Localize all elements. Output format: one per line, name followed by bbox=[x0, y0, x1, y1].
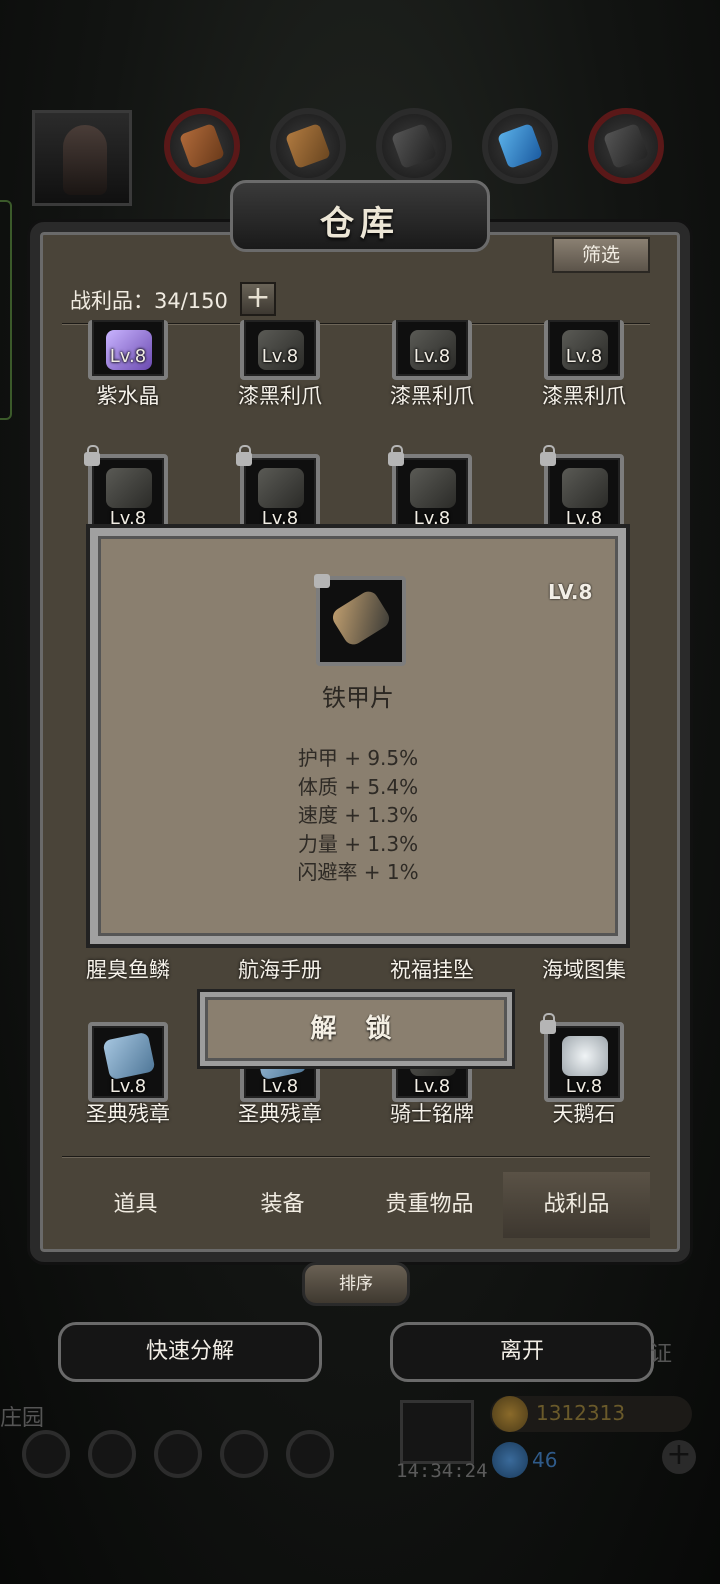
star-icon[interactable] bbox=[88, 1430, 136, 1478]
list-item[interactable]: Lv.8 漆黑利爪 bbox=[362, 320, 502, 420]
item-name: 海域图集 bbox=[542, 958, 626, 982]
material-crystal-icon[interactable] bbox=[482, 108, 558, 184]
background-side-panel bbox=[0, 200, 12, 420]
stat-dodge: 闪避率 + 1% bbox=[297, 860, 419, 884]
lock-icon bbox=[540, 445, 556, 466]
side-text: 证 bbox=[650, 1342, 673, 1367]
list-item[interactable]: Lv.8 圣典残章 bbox=[58, 1022, 198, 1126]
gold-amount: 1312313 bbox=[536, 1401, 626, 1425]
item-stats: 护甲 + 9.5% 体质 + 5.4% 速度 + 1.3% 力量 + 1.3% … bbox=[98, 744, 618, 887]
book-icon bbox=[102, 1031, 156, 1081]
lock-icon bbox=[236, 445, 252, 466]
item-slot bbox=[314, 574, 406, 666]
list-item[interactable]: Lv.8 漆黑利爪 bbox=[514, 320, 654, 420]
dice-icon[interactable] bbox=[286, 1430, 334, 1478]
list-item[interactable]: Lv.8 紫水晶 bbox=[58, 320, 198, 420]
lock-icon bbox=[314, 574, 330, 588]
item-detail-popup: LV.8 铁甲片 护甲 + 9.5% 体质 + 5.4% 速度 + 1.3% 力… bbox=[90, 528, 626, 944]
leave-button[interactable]: 离开 bbox=[390, 1322, 654, 1382]
filter-button[interactable]: 筛选 bbox=[552, 237, 650, 273]
gold-coin-icon bbox=[492, 1396, 528, 1432]
location-text: 庄园 bbox=[0, 1406, 45, 1431]
claw-icon bbox=[106, 468, 152, 508]
list-item[interactable]: Lv.8 漆黑利爪 bbox=[210, 320, 350, 420]
quick-decompose-button[interactable]: 快速分解 bbox=[58, 1322, 322, 1382]
gem-icon bbox=[492, 1442, 528, 1478]
stat-strength: 力量 + 1.3% bbox=[297, 831, 419, 856]
stat-speed: 速度 + 1.3% bbox=[297, 803, 419, 827]
stone-icon bbox=[562, 1036, 608, 1076]
tab-equipment[interactable]: 装备 bbox=[209, 1172, 356, 1238]
claw-icon bbox=[258, 468, 304, 508]
mail-icon[interactable] bbox=[220, 1430, 268, 1478]
tab-items[interactable]: 道具 bbox=[62, 1172, 209, 1238]
clock-text: 14:34:24 bbox=[396, 1460, 488, 1482]
sort-button[interactable]: 排序 bbox=[302, 1262, 410, 1306]
item-name: 航海手册 bbox=[238, 958, 322, 982]
unlock-button[interactable]: 解 锁 bbox=[200, 992, 512, 1066]
gem-amount: 46 bbox=[532, 1448, 558, 1472]
stat-armor: 护甲 + 9.5% bbox=[297, 746, 419, 770]
settings-icon[interactable] bbox=[22, 1430, 70, 1478]
bottom-divider bbox=[62, 1156, 650, 1158]
item-name: 铁甲片 bbox=[322, 684, 394, 712]
claw-icon bbox=[562, 468, 608, 508]
castle-icon[interactable] bbox=[154, 1430, 202, 1478]
claw-icon bbox=[410, 468, 456, 508]
expand-capacity-button[interactable]: + bbox=[240, 282, 276, 316]
lock-icon bbox=[84, 445, 100, 466]
portrait-face bbox=[63, 125, 107, 195]
lock-icon bbox=[540, 1013, 556, 1034]
category-tabs: 道具 装备 贵重物品 战利品 bbox=[62, 1172, 650, 1238]
item-name: 腥臭鱼鳞 bbox=[86, 958, 170, 982]
loot-capacity-text: 战利品：34/150 bbox=[70, 289, 228, 313]
iron-plate-icon bbox=[329, 587, 393, 649]
lock-icon bbox=[388, 445, 404, 466]
gift-icon[interactable] bbox=[400, 1400, 474, 1464]
page-title: 仓库 bbox=[320, 204, 400, 244]
tab-loot[interactable]: 战利品 bbox=[503, 1172, 650, 1238]
character-portrait[interactable] bbox=[32, 110, 132, 206]
stat-constitution: 体质 + 5.4% bbox=[297, 774, 419, 799]
item-level: LV.8 bbox=[548, 580, 593, 604]
material-wood-icon[interactable] bbox=[270, 108, 346, 184]
tab-valuables[interactable]: 贵重物品 bbox=[356, 1172, 503, 1238]
material-iron-icon[interactable] bbox=[376, 108, 452, 184]
item-name: 祝福挂坠 bbox=[390, 958, 474, 982]
material-ore-icon[interactable] bbox=[164, 108, 240, 184]
material-steel-icon[interactable] bbox=[588, 108, 664, 184]
list-item[interactable]: Lv.8 天鹅石 bbox=[514, 1013, 654, 1126]
add-currency-icon[interactable]: + bbox=[662, 1440, 696, 1474]
